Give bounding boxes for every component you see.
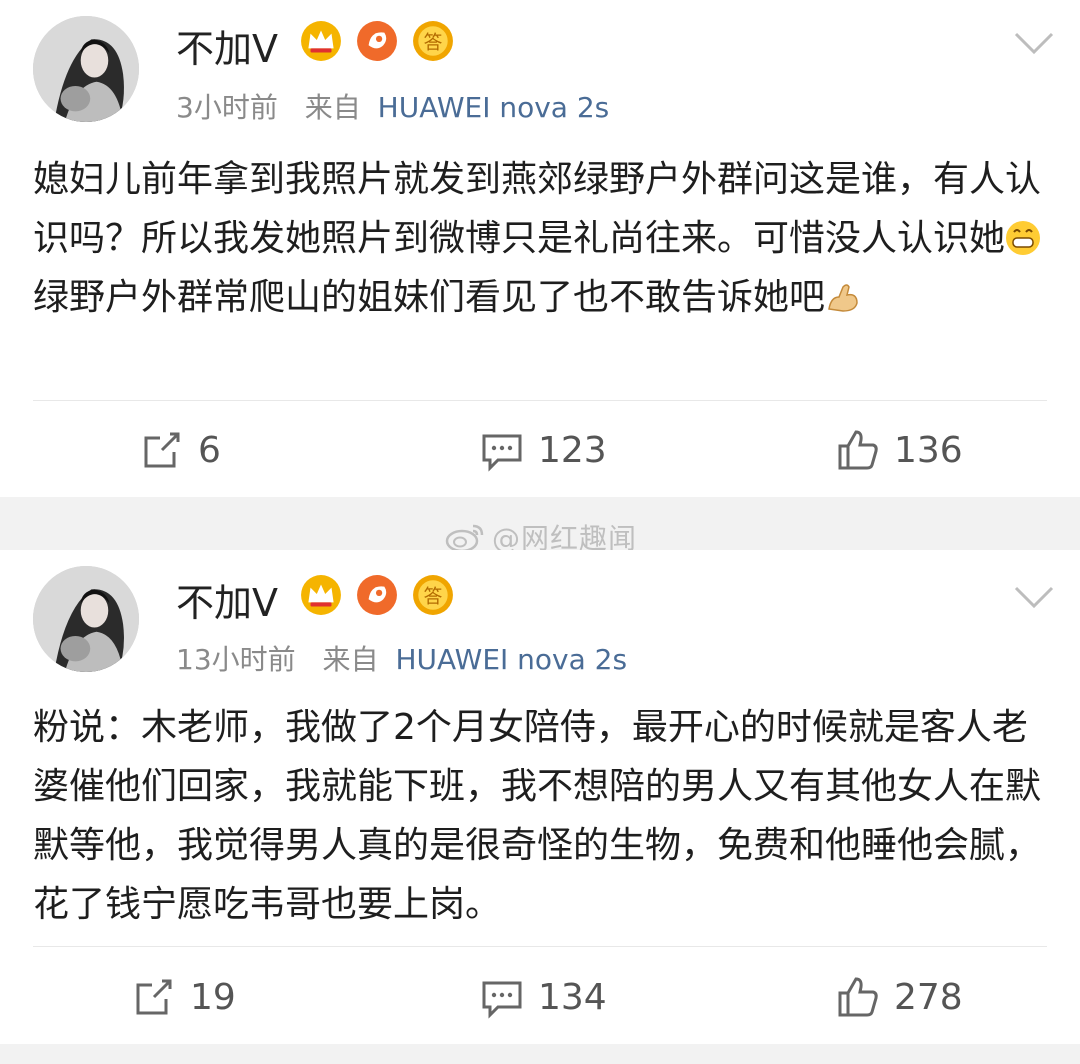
- comment-icon: [482, 981, 522, 1019]
- comment-button[interactable]: 134: [480, 975, 607, 1019]
- vip-crown-icon: [301, 575, 341, 615]
- post-text: 媳妇儿前年拿到我照片就发到燕郊绿野户外群问这是谁，有人认识吗？所以我发她照片到微…: [33, 150, 1045, 327]
- chevron-down-icon[interactable]: [1012, 28, 1056, 58]
- post-time: 3小时前: [176, 91, 278, 124]
- repost-count: 6: [198, 429, 221, 471]
- avatar-image: [33, 566, 139, 672]
- thumbs-up-icon: [838, 977, 878, 1017]
- repost-button[interactable]: 6: [140, 428, 221, 472]
- repost-icon: [144, 432, 180, 468]
- username[interactable]: 不加V: [176, 572, 278, 627]
- post-text-part: 媳妇儿前年拿到我照片就发到燕郊绿野户外群问这是谁，有人认识吗？所以我发她照片到微…: [33, 159, 1042, 259]
- vip-crown-icon: [301, 21, 341, 61]
- like-button[interactable]: 136: [836, 428, 963, 472]
- post-text: 粉说：木老师，我做了2个月女陪侍，最开心的时候就是客人老婆催他们回家，我就能下班…: [33, 707, 1042, 925]
- username[interactable]: 不加V: [176, 18, 278, 73]
- chevron-down-icon[interactable]: [1012, 582, 1056, 612]
- post-card: 不加V 答 3小时前 来自 HUAWEI nova 2s 媳妇儿前年拿到我照片就…: [0, 0, 1080, 497]
- divider: [33, 946, 1047, 947]
- avatar[interactable]: [33, 16, 139, 122]
- avatar[interactable]: [33, 566, 139, 672]
- avatar-image: [33, 16, 139, 122]
- user-badges: 答: [300, 20, 454, 62]
- like-count: 278: [894, 976, 963, 1018]
- answer-badge-icon: 答: [413, 21, 453, 61]
- repost-count: 19: [190, 976, 236, 1018]
- comment-button[interactable]: 123: [480, 428, 607, 472]
- weibo-logo-icon: [445, 524, 484, 553]
- svg-text:答: 答: [424, 31, 443, 53]
- source-link[interactable]: HUAWEI nova 2s: [378, 91, 610, 124]
- comment-count: 123: [538, 429, 607, 471]
- user-badges: 答: [300, 574, 454, 616]
- post-time: 13小时前: [176, 643, 296, 676]
- divider: [33, 400, 1047, 401]
- like-count: 136: [894, 429, 963, 471]
- fan-level-icon: [357, 21, 397, 61]
- repost-icon: [136, 979, 172, 1015]
- post-text-part: 绿野户外群常爬山的姐妹们看见了也不敢告诉她吧: [33, 277, 826, 318]
- comment-icon: [482, 434, 522, 472]
- post-card: 不加V 答 13小时前 来自 HUAWEI nova 2s 粉说：木老师，我做了…: [0, 550, 1080, 1044]
- fan-level-icon: [357, 575, 397, 615]
- thumbs-up-icon: [838, 430, 878, 470]
- like-button[interactable]: 278: [836, 975, 963, 1019]
- flex-emoji: [828, 284, 858, 312]
- answer-badge-icon: 答: [413, 575, 453, 615]
- grin-emoji: [1006, 221, 1041, 255]
- post-meta: 3小时前 来自 HUAWEI nova 2s: [176, 86, 609, 126]
- post-meta: 13小时前 来自 HUAWEI nova 2s: [176, 638, 627, 678]
- source-prefix: 来自: [304, 91, 361, 124]
- repost-button[interactable]: 19: [132, 975, 236, 1019]
- comment-count: 134: [538, 976, 607, 1018]
- svg-text:答: 答: [424, 585, 443, 607]
- source-link[interactable]: HUAWEI nova 2s: [395, 643, 627, 676]
- source-prefix: 来自: [322, 643, 379, 676]
